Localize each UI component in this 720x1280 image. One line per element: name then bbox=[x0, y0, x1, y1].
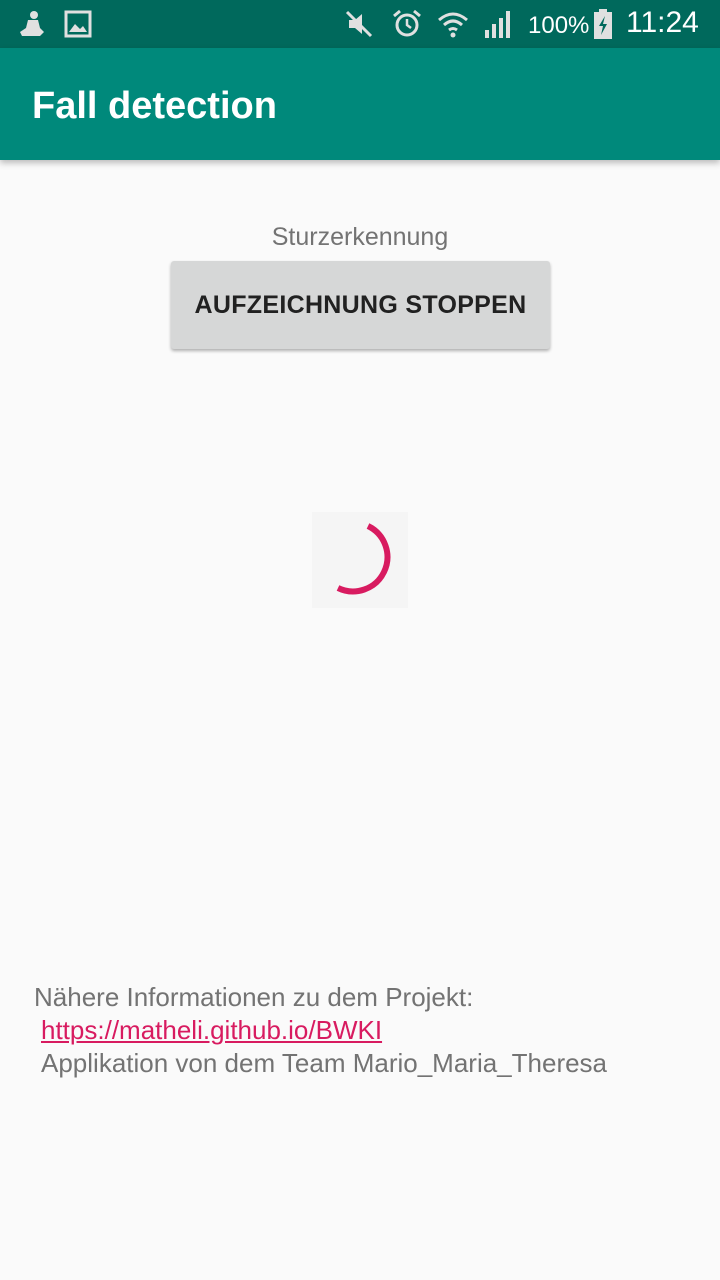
battery-charging-icon bbox=[594, 9, 612, 39]
info-label: Nähere Informationen zu dem Projekt: bbox=[34, 982, 474, 1012]
gallery-icon bbox=[64, 10, 92, 38]
alarm-icon bbox=[393, 9, 421, 37]
signal-icon bbox=[485, 11, 510, 38]
app-bar: Fall detection bbox=[0, 48, 720, 160]
stop-recording-button[interactable]: AUFZEICHNUNG STOPPEN bbox=[171, 261, 550, 349]
project-link[interactable]: https://matheli.github.io/BWKI bbox=[41, 1015, 382, 1045]
spinner-arc bbox=[336, 523, 391, 595]
clock: 11:24 bbox=[626, 6, 699, 39]
status-bar: 100% 11:24 bbox=[0, 0, 720, 48]
subtitle-label: Sturzerkennung bbox=[271, 223, 449, 251]
app-title: Fall detection bbox=[32, 85, 277, 127]
loading-spinner bbox=[312, 512, 408, 608]
project-info: Nähere Informationen zu dem Projekt: htt… bbox=[34, 981, 694, 1080]
battery-percent: 100% bbox=[528, 12, 590, 39]
wifi-icon bbox=[438, 12, 468, 38]
credits-label: Applikation von dem Team Mario_Maria_The… bbox=[41, 1048, 608, 1078]
mute-icon bbox=[345, 10, 373, 38]
notification-app-icon bbox=[20, 11, 44, 36]
